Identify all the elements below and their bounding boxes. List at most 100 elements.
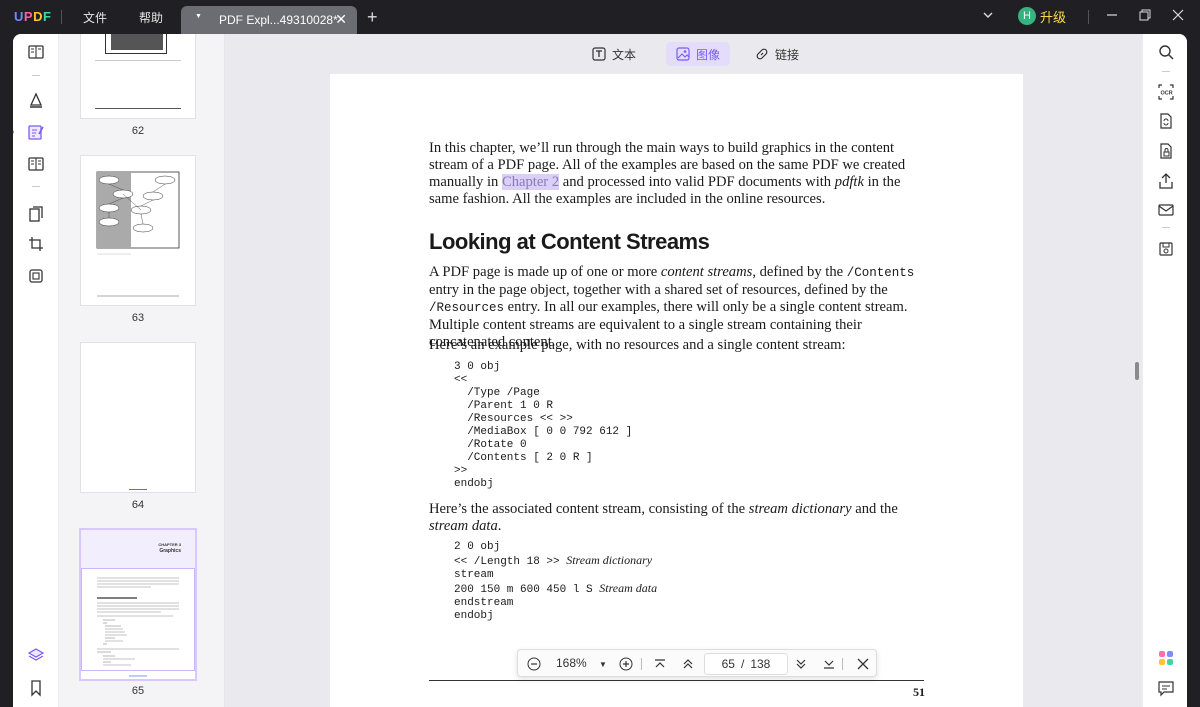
link-mode-icon — [756, 48, 768, 60]
tools-icon[interactable] — [26, 266, 46, 286]
current-page[interactable]: 65 — [722, 657, 735, 671]
para-code: /Resources — [429, 301, 505, 315]
left-tool-rail — [13, 34, 59, 707]
page-number: 51 — [913, 685, 925, 699]
pdf-page[interactable]: In this chapter, we’ll run through the m… — [330, 74, 1023, 707]
minimize-icon[interactable] — [1106, 9, 1118, 24]
document-tab-title: PDF Expl...49310028* — [219, 13, 338, 27]
thumbnail-label: 64 — [131, 499, 145, 511]
separator — [61, 10, 62, 24]
page-object-code: 3 0 obj << /Type /Page /Parent 1 0 R /Res… — [454, 361, 632, 491]
close-navbar-icon[interactable] — [855, 656, 871, 672]
footer-rule — [429, 680, 924, 681]
code-comment: Stream data — [599, 581, 658, 595]
save-icon[interactable] — [1156, 239, 1176, 259]
previous-page-icon[interactable] — [680, 656, 696, 672]
para-code: /Contents — [846, 266, 915, 280]
document-tab[interactable]: ▼ PDF Expl...49310028* ✕ — [181, 6, 357, 34]
chapter-link[interactable]: Chapter 2 — [501, 174, 560, 190]
thumbnail-page-62[interactable] — [81, 34, 195, 118]
avatar[interactable]: H — [1018, 7, 1036, 25]
code-line: 3 0 obj — [454, 361, 501, 373]
next-page-icon[interactable] — [793, 656, 809, 672]
comment-pen-icon[interactable] — [26, 90, 46, 110]
organize-pages-icon[interactable] — [26, 204, 46, 224]
stream-intro: Here’s the associated content stream, co… — [429, 501, 925, 535]
code-line: endstream — [454, 597, 514, 609]
chevron-down-icon[interactable] — [982, 9, 994, 24]
thumbnail-label: 65 — [131, 685, 145, 697]
section-heading: Looking at Content Streams — [429, 229, 710, 254]
code-line: << — [454, 374, 468, 386]
text-mode-button[interactable]: 文本 — [582, 42, 646, 66]
pages-icon[interactable] — [26, 154, 46, 174]
first-page-icon[interactable] — [652, 656, 668, 672]
upgrade-button[interactable]: H 升级 — [1018, 6, 1066, 26]
separator — [32, 186, 40, 187]
thumb-line — [95, 60, 181, 61]
separator — [1162, 227, 1170, 228]
ocr-icon[interactable]: OCR — [1156, 82, 1176, 102]
tab-dropdown-icon[interactable]: ▼ — [195, 13, 202, 20]
email-icon[interactable] — [1156, 200, 1176, 220]
thumb-diagram — [96, 171, 180, 297]
protect-icon[interactable] — [1156, 141, 1176, 161]
separator — [1162, 71, 1170, 72]
menu-file[interactable]: 文件 — [83, 9, 107, 26]
zoom-dropdown-icon[interactable]: ▼ — [595, 656, 611, 672]
reader-icon[interactable] — [26, 42, 46, 62]
edit-pdf-icon[interactable] — [26, 122, 46, 142]
zoom-out-icon[interactable] — [526, 656, 542, 672]
image-mode-button[interactable]: 图像 — [666, 42, 731, 66]
last-page-icon[interactable] — [821, 656, 837, 672]
separator — [842, 658, 843, 670]
tool-name: pdftk — [834, 174, 864, 190]
crop-icon[interactable] — [26, 234, 46, 254]
para-text: and the — [851, 501, 898, 517]
svg-text:OCR: OCR — [1161, 91, 1173, 97]
upgrade-label: 升级 — [1040, 9, 1067, 25]
thumbnail-page-63[interactable] — [81, 156, 195, 305]
para-text: Here’s the associated content stream, co… — [429, 501, 749, 517]
new-tab-icon[interactable]: + — [367, 7, 378, 28]
comments-icon[interactable] — [1156, 678, 1176, 698]
page-navigation-bar: 168% ▼ 65 / 138 — [517, 649, 877, 677]
ai-assistant-icon[interactable] — [1156, 648, 1176, 668]
separator — [32, 75, 40, 76]
link-mode-button[interactable]: 链接 — [745, 42, 809, 66]
thumbnail-page-64[interactable] — [81, 343, 195, 492]
close-window-icon[interactable] — [1172, 9, 1184, 24]
total-pages: 138 — [750, 657, 771, 671]
thumbnail-label: 63 — [131, 312, 145, 324]
image-mode-icon — [676, 47, 690, 61]
vertical-scrollbar[interactable] — [1135, 362, 1139, 380]
page-input[interactable]: 65 / 138 — [704, 653, 788, 675]
thumbnail-panel: 62 63 64 CHAPTER 3 Graphics 65 — [59, 34, 225, 707]
code-text: << /Length 18 >> — [454, 556, 567, 568]
right-tool-rail: OCR — [1142, 34, 1187, 707]
bookmark-icon[interactable] — [26, 678, 46, 698]
text-mode-icon — [592, 47, 606, 61]
close-tab-icon[interactable]: ✕ — [335, 11, 347, 28]
text-mode-label: 文本 — [612, 47, 637, 62]
code-text: 200 150 m 600 450 l S — [454, 584, 600, 596]
example-intro: Here’s an example page, with no resource… — [429, 337, 846, 353]
title-bar: UPDF 文件 帮助 ▼ PDF Expl...49310028* ✕ + H … — [0, 0, 1200, 34]
zoom-level[interactable]: 168% — [556, 656, 587, 670]
thumb-text-lines — [97, 577, 179, 677]
menu-help[interactable]: 帮助 — [139, 9, 163, 26]
layers-icon[interactable] — [26, 645, 46, 665]
code-comment: Stream dictionary — [566, 553, 653, 567]
restore-icon[interactable] — [1139, 9, 1151, 24]
convert-icon[interactable] — [1156, 111, 1176, 131]
zoom-in-icon[interactable] — [618, 656, 634, 672]
search-icon[interactable] — [1156, 42, 1176, 62]
edit-mode-bar: 文本 图像 链接 — [225, 34, 1142, 72]
share-icon[interactable] — [1156, 171, 1176, 191]
intro-paragraph: In this chapter, we’ll run through the m… — [429, 140, 925, 208]
app-logo: UPDF — [14, 9, 52, 24]
thumbnail-label: 62 — [131, 125, 145, 137]
thumbnail-page-65[interactable]: CHAPTER 3 Graphics — [81, 530, 195, 679]
code-line: 200 150 m 600 450 l S Stream data — [454, 582, 657, 597]
intro-text: and processed into valid PDF documents w… — [559, 174, 835, 190]
